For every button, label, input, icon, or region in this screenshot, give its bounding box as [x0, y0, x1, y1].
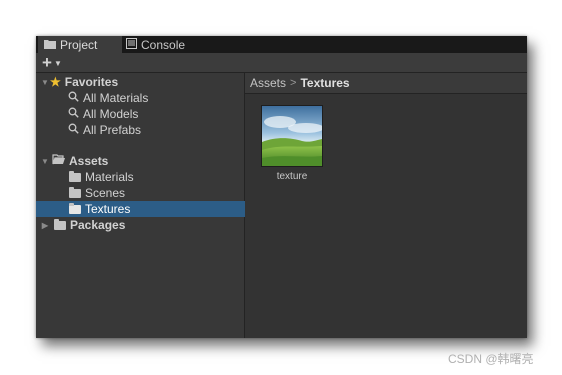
tab-project-label: Project [60, 37, 98, 52]
asset-browser: Assets > Textures texture [245, 73, 527, 338]
asset-item-label: texture [276, 171, 308, 182]
project-toolbar: + ▼ [36, 53, 527, 73]
foldout-expanded-icon[interactable]: ▼ [40, 157, 50, 166]
tree-item-scenes[interactable]: Scenes [36, 185, 277, 201]
tree-item-label: Scenes [85, 186, 126, 200]
foldout-expanded-icon[interactable]: ▼ [40, 78, 50, 87]
project-window: Project Console + ▼ ▼ ★ Favorites All Ma… [36, 36, 527, 338]
tab-console-label: Console [141, 37, 186, 52]
tree-item-label: Textures [85, 202, 131, 216]
create-button[interactable]: + ▼ [42, 54, 70, 71]
tree-item-label: Packages [70, 218, 126, 232]
folder-icon [69, 202, 81, 214]
tree-item-label: Assets [69, 154, 109, 168]
folder-icon [69, 170, 81, 182]
open-folder-icon [52, 154, 69, 168]
tree-item-label: Favorites [64, 75, 119, 89]
tree-item-label: All Prefabs [83, 123, 142, 137]
tree-item-label: All Materials [83, 91, 149, 105]
tab-bar: Project Console [36, 36, 527, 53]
search-icon [68, 123, 79, 137]
breadcrumb-textures[interactable]: Textures [300, 76, 349, 90]
tree-item-all-materials[interactable]: All Materials [36, 90, 276, 106]
tree-item-materials[interactable]: Materials [36, 169, 277, 185]
folder-icon [54, 218, 66, 230]
tree-item-favorites[interactable]: ▼ ★ Favorites [36, 74, 248, 90]
breadcrumb-separator: > [290, 77, 297, 89]
foldout-collapsed-icon[interactable]: ▶ [40, 221, 50, 230]
tree-item-assets[interactable]: ▼ Assets [36, 153, 248, 169]
tab-console[interactable]: Console [126, 36, 206, 53]
chevron-down-icon: ▼ [53, 59, 62, 68]
plus-icon: + [42, 53, 52, 72]
star-icon: ★ [50, 75, 61, 89]
landscape-thumbnail [261, 105, 323, 167]
tree-item-all-models[interactable]: All Models [36, 106, 276, 122]
asset-item-texture[interactable]: texture [261, 105, 323, 182]
search-icon [68, 107, 79, 121]
folder-tree: ▼ ★ Favorites All Materials All Models A… [36, 73, 277, 338]
breadcrumb: Assets > Textures [245, 73, 527, 94]
folder-icon [44, 38, 56, 52]
search-icon [68, 91, 79, 105]
tree-item-label: Materials [85, 170, 134, 184]
watermark-text: CSDN @韩曙亮 [448, 352, 534, 366]
folder-icon [69, 186, 81, 198]
console-icon [126, 37, 137, 52]
tree-item-textures[interactable]: Textures [36, 201, 277, 217]
tree-item-label: All Models [83, 107, 139, 121]
tab-project[interactable]: Project [38, 36, 122, 53]
tree-item-all-prefabs[interactable]: All Prefabs [36, 122, 276, 138]
tree-item-packages[interactable]: ▶ Packages [36, 217, 248, 233]
breadcrumb-assets[interactable]: Assets [245, 76, 286, 90]
